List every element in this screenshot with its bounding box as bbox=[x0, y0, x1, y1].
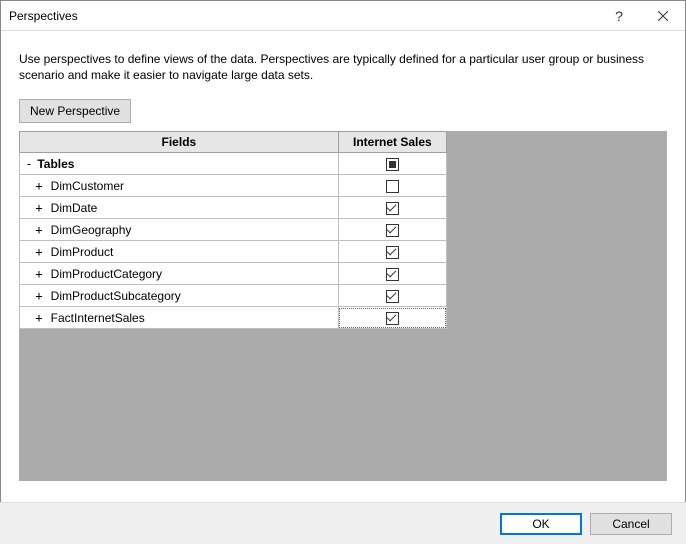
dialog-footer: OK Cancel bbox=[0, 502, 686, 544]
checkbox-cell[interactable] bbox=[338, 241, 446, 263]
field-label: DimDate bbox=[51, 201, 98, 215]
table-row: + DimProductCategory bbox=[20, 263, 447, 285]
field-cell[interactable]: + DimDate bbox=[20, 197, 339, 219]
checkbox-cell-tables[interactable] bbox=[338, 153, 446, 175]
field-cell[interactable]: + DimGeography bbox=[20, 219, 339, 241]
checkbox-cell[interactable] bbox=[338, 219, 446, 241]
table-row: + DimDate bbox=[20, 197, 447, 219]
checkbox[interactable] bbox=[386, 224, 399, 237]
expand-icon[interactable]: + bbox=[34, 289, 44, 303]
window-title: Perspectives bbox=[9, 9, 597, 23]
header-fields: Fields bbox=[20, 132, 339, 153]
expand-icon[interactable]: + bbox=[34, 245, 44, 259]
checkbox[interactable] bbox=[386, 290, 399, 303]
dialog-content: Use perspectives to define views of the … bbox=[1, 31, 685, 481]
field-cell[interactable]: + FactInternetSales bbox=[20, 307, 339, 329]
checkbox-cell[interactable] bbox=[338, 197, 446, 219]
checkbox-indeterminate[interactable] bbox=[386, 158, 399, 171]
grid-area: Fields Internet Sales - Tables+ DimCusto… bbox=[19, 131, 667, 481]
header-perspective[interactable]: Internet Sales bbox=[338, 132, 446, 153]
close-button[interactable] bbox=[641, 1, 685, 31]
field-label: FactInternetSales bbox=[51, 311, 145, 325]
cancel-button[interactable]: Cancel bbox=[590, 513, 672, 535]
table-row: - Tables bbox=[20, 153, 447, 175]
checkbox[interactable] bbox=[386, 246, 399, 259]
new-perspective-button[interactable]: New Perspective bbox=[19, 99, 131, 123]
field-cell-tables[interactable]: - Tables bbox=[20, 153, 339, 175]
description-text: Use perspectives to define views of the … bbox=[19, 51, 667, 83]
table-row: + DimGeography bbox=[20, 219, 447, 241]
titlebar: Perspectives ? bbox=[1, 1, 685, 31]
checkbox[interactable] bbox=[386, 202, 399, 215]
checkbox-cell[interactable] bbox=[338, 175, 446, 197]
field-label: DimProductCategory bbox=[51, 267, 162, 281]
checkbox-cell[interactable] bbox=[338, 263, 446, 285]
table-row: + DimProductSubcategory bbox=[20, 285, 447, 307]
checkbox[interactable] bbox=[386, 180, 399, 193]
field-label: DimProductSubcategory bbox=[51, 289, 181, 303]
field-cell[interactable]: + DimProductCategory bbox=[20, 263, 339, 285]
table-row: + DimCustomer bbox=[20, 175, 447, 197]
help-button[interactable]: ? bbox=[597, 1, 641, 31]
close-icon bbox=[658, 11, 668, 21]
perspective-grid: Fields Internet Sales - Tables+ DimCusto… bbox=[19, 131, 447, 329]
ok-button[interactable]: OK bbox=[500, 513, 582, 535]
checkbox[interactable] bbox=[386, 312, 399, 325]
checkbox-cell[interactable] bbox=[338, 307, 446, 329]
expand-icon[interactable]: + bbox=[34, 311, 44, 325]
collapse-icon[interactable]: - bbox=[24, 157, 34, 171]
expand-icon[interactable]: + bbox=[34, 223, 44, 237]
field-cell[interactable]: + DimProduct bbox=[20, 241, 339, 263]
table-row: + FactInternetSales bbox=[20, 307, 447, 329]
field-label: DimProduct bbox=[51, 245, 114, 259]
field-cell[interactable]: + DimCustomer bbox=[20, 175, 339, 197]
expand-icon[interactable]: + bbox=[34, 267, 44, 281]
checkbox[interactable] bbox=[386, 268, 399, 281]
field-label: DimGeography bbox=[51, 223, 132, 237]
field-label: DimCustomer bbox=[51, 179, 124, 193]
expand-icon[interactable]: + bbox=[34, 179, 44, 193]
tables-label: Tables bbox=[37, 157, 74, 171]
table-row: + DimProduct bbox=[20, 241, 447, 263]
field-cell[interactable]: + DimProductSubcategory bbox=[20, 285, 339, 307]
expand-icon[interactable]: + bbox=[34, 201, 44, 215]
checkbox-cell[interactable] bbox=[338, 285, 446, 307]
